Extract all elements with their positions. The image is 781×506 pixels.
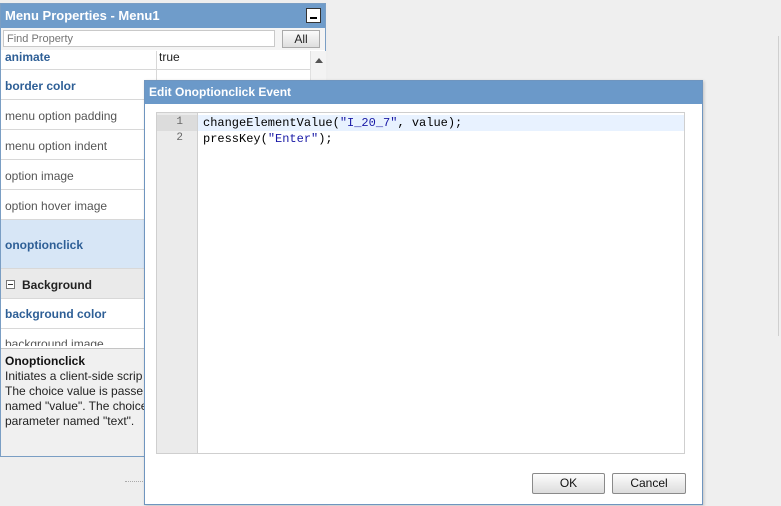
all-properties-button[interactable]: All	[282, 30, 320, 48]
code-line-1[interactable]: changeElementValue("I_20_7", value);	[198, 115, 684, 131]
section-label: Background	[22, 278, 93, 292]
find-property-input[interactable]	[3, 30, 275, 47]
code-string-token: "I_20_7"	[339, 116, 398, 130]
code-token: , value);	[397, 116, 463, 130]
line-number-gutter: 1 2	[157, 113, 198, 453]
code-token: changeElementValue(	[203, 116, 340, 130]
collapse-section-icon[interactable]	[6, 280, 15, 289]
panel-title: Menu Properties - Menu1	[5, 8, 160, 23]
property-name: option image	[5, 169, 74, 183]
property-name: background color	[5, 307, 107, 321]
code-editor[interactable]: 1 2 changeElementValue("I_20_7", value);…	[156, 112, 685, 454]
cancel-button[interactable]: Cancel	[612, 473, 686, 494]
property-name: option hover image	[5, 199, 108, 213]
property-name: background image	[5, 337, 104, 346]
minimize-icon[interactable]	[306, 8, 321, 23]
property-name: onoptionclick	[5, 238, 83, 252]
property-search-row: All	[1, 28, 325, 50]
code-token: pressKey(	[203, 132, 268, 146]
code-string-token: "Enter"	[267, 132, 319, 146]
line-number: 1	[176, 116, 183, 128]
panel-titlebar[interactable]: Menu Properties - Menu1	[1, 4, 325, 28]
property-value[interactable]: true	[159, 51, 180, 64]
ok-button[interactable]: OK	[532, 473, 605, 494]
workspace-dotted-guide	[125, 481, 145, 482]
property-name: border color	[5, 79, 76, 93]
line-number: 2	[176, 132, 183, 144]
property-name: animate	[5, 51, 51, 64]
property-row-animate[interactable]: animate true	[1, 51, 310, 70]
property-name: menu option padding	[5, 109, 118, 123]
edit-event-dialog: Edit Onoptionclick Event 1 2 changeEleme…	[144, 80, 703, 505]
code-token: );	[318, 132, 333, 146]
scroll-up-arrow-icon[interactable]	[315, 58, 323, 63]
property-name: menu option indent	[5, 139, 108, 153]
workspace-divider	[778, 36, 779, 336]
code-line-2[interactable]: pressKey("Enter");	[198, 131, 684, 147]
dialog-title[interactable]: Edit Onoptionclick Event	[145, 81, 702, 104]
